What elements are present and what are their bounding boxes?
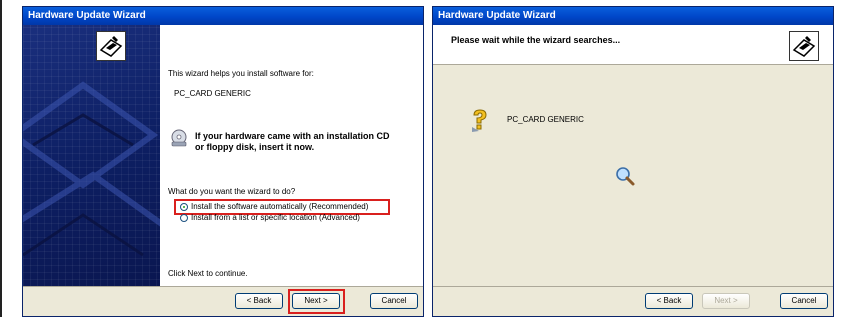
back-button[interactable]: < Back — [235, 293, 283, 309]
header-text: Please wait while the wizard searches... — [451, 35, 621, 45]
device-name: PC_CARD GENERIC — [174, 89, 251, 98]
device-name: PC_CARD GENERIC — [507, 115, 584, 124]
wizard-side-banner — [23, 25, 160, 287]
next-button: Next > — [702, 293, 750, 309]
highlight-box-next — [288, 289, 345, 314]
cd-hint-line1: If your hardware came with an installati… — [195, 131, 390, 141]
back-button[interactable]: < Back — [645, 293, 693, 309]
unknown-device-icon — [469, 109, 491, 133]
cancel-button[interactable]: Cancel — [370, 293, 418, 309]
hardware-update-wizard-welcome: Hardware Update Wizard This wizard helps… — [22, 6, 424, 317]
question-text: What do you want the wizard to do? — [168, 187, 296, 196]
hardware-wizard-icon — [789, 31, 819, 61]
window-title: Hardware Update Wizard — [433, 7, 833, 25]
window-title: Hardware Update Wizard — [23, 7, 423, 25]
hardware-update-wizard-searching: Hardware Update Wizard Please wait while… — [432, 6, 834, 317]
footer-text: Click Next to continue. — [168, 269, 248, 278]
cd-icon — [170, 129, 188, 147]
cd-hint-line2: or floppy disk, insert it now. — [195, 142, 315, 152]
option-auto-label[interactable]: Install the software automatically (Reco… — [191, 202, 368, 211]
intro-text: This wizard helps you install software f… — [168, 69, 314, 78]
button-bar: < Back Next > Cancel — [433, 286, 833, 316]
searching-animation-icon — [614, 165, 636, 187]
radio-install-from-list[interactable] — [180, 214, 188, 222]
radio-install-automatically[interactable] — [180, 203, 188, 211]
cancel-button[interactable]: Cancel — [780, 293, 828, 309]
button-bar: < Back Next > Cancel — [23, 286, 423, 316]
hardware-wizard-icon — [96, 31, 126, 61]
wizard-header: Please wait while the wizard searches... — [433, 25, 833, 65]
wizard-body: This wizard helps you install software f… — [23, 25, 423, 287]
left-border-line — [0, 0, 2, 317]
option-list-label[interactable]: Install from a list or specific location… — [191, 213, 360, 222]
